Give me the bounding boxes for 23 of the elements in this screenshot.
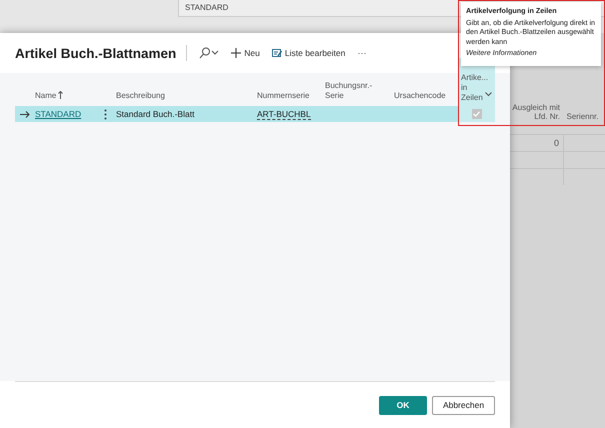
column-header[interactable]: Nummernserie (257, 91, 325, 106)
row-menu-icon[interactable] (104, 108, 107, 120)
table-cell-text: Standard Buch.-Blatt (116, 109, 196, 119)
edit-list-icon (272, 48, 282, 58)
plus-icon (231, 48, 242, 58)
table-cell[interactable]: ART-BUCHBL (257, 108, 311, 120)
search-button[interactable] (197, 45, 222, 61)
chevron-down-icon (485, 92, 492, 97)
cancel-button[interactable]: Abbrechen (432, 396, 495, 414)
column-header[interactable]: Ursachencode (394, 91, 458, 106)
column-header[interactable]: Name (35, 91, 95, 106)
arrow-right-icon (20, 110, 30, 118)
column-header[interactable]: Beschreibung (116, 91, 257, 106)
dialog-title: Artikel Buch.-Blattnamen (15, 46, 176, 60)
table-row[interactable]: STANDARD Standard Buch.-Blatt ART-BUCHBL (15, 106, 495, 122)
name-link[interactable]: STANDARD (35, 109, 95, 119)
column-header[interactable]: Buchungsnr.-Serie (325, 81, 394, 106)
new-button[interactable]: Neu (229, 46, 262, 60)
ok-button[interactable]: OK (379, 396, 427, 414)
more-button[interactable]: ⋯ (355, 46, 368, 60)
column-header: Seriennr. (565, 112, 600, 121)
column-header: Ausgleich mit Lfd. Nr. (511, 103, 561, 121)
edit-list-button[interactable]: Liste bearbeiten (270, 46, 348, 60)
